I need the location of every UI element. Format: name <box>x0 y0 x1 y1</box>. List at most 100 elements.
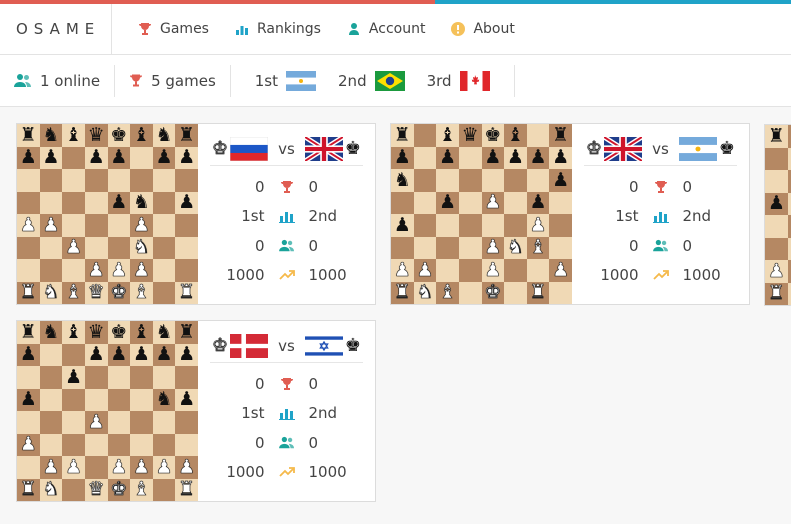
board-square[interactable] <box>62 169 85 192</box>
board-square[interactable] <box>130 146 153 169</box>
board-square[interactable]: ♟ <box>107 146 131 169</box>
black-pawn-icon[interactable]: ♟ <box>394 148 411 167</box>
white-pawn-icon[interactable]: ♟ <box>42 457 60 477</box>
white-pawn-icon[interactable]: ♟ <box>484 237 502 257</box>
white-rook-icon[interactable]: ♜ <box>529 282 547 302</box>
black-pawn-icon[interactable]: ♟ <box>156 148 173 167</box>
board-square[interactable]: ♟ <box>17 214 40 237</box>
board-square[interactable]: ♛ <box>84 321 108 344</box>
black-pawn-icon[interactable]: ♟ <box>178 390 195 409</box>
board-square[interactable]: ♞ <box>39 321 63 344</box>
board-square[interactable]: ♞ <box>39 124 63 147</box>
board-square[interactable] <box>84 366 108 389</box>
board-square[interactable]: ♟ <box>39 214 63 237</box>
black-bishop-icon[interactable]: ♝ <box>439 125 456 145</box>
board-square[interactable]: ♞ <box>152 321 176 344</box>
board-square[interactable] <box>62 214 85 237</box>
white-rook-icon[interactable]: ♜ <box>178 479 196 499</box>
board-square[interactable]: ♟ <box>175 343 199 366</box>
board-square[interactable]: ♟ <box>107 191 131 214</box>
board-square[interactable] <box>39 388 63 411</box>
board-square[interactable] <box>84 388 108 411</box>
board-square[interactable]: ♟ <box>62 236 85 259</box>
board-square[interactable]: ♟ <box>39 146 63 169</box>
board-square[interactable] <box>62 191 85 214</box>
white-king-icon[interactable]: ♚ <box>484 282 502 302</box>
board-square[interactable] <box>152 169 176 192</box>
black-rook-icon[interactable]: ♜ <box>20 125 37 145</box>
board-square[interactable]: ♜ <box>17 124 40 147</box>
board-square[interactable]: ♚ <box>107 281 131 304</box>
black-pawn-icon[interactable]: ♟ <box>42 148 59 167</box>
white-pawn-icon[interactable]: ♟ <box>133 260 151 280</box>
board-square[interactable] <box>391 191 414 214</box>
board-square[interactable]: ♟ <box>62 366 85 389</box>
board-square[interactable] <box>84 456 108 479</box>
board-square[interactable]: ♝ <box>130 281 153 304</box>
board-square[interactable]: ♟ <box>175 191 199 214</box>
white-pawn-icon[interactable]: ♟ <box>110 260 128 280</box>
black-bishop-icon[interactable]: ♝ <box>133 322 150 342</box>
white-pawn-icon[interactable]: ♟ <box>484 192 502 212</box>
white-pawn-icon[interactable]: ♟ <box>768 261 786 281</box>
board-square[interactable]: ♟ <box>526 146 550 169</box>
black-knight-icon[interactable]: ♞ <box>156 322 173 342</box>
board-square[interactable] <box>175 214 199 237</box>
board-square[interactable] <box>39 259 63 282</box>
black-king-icon[interactable]: ♚ <box>484 125 501 145</box>
board-square[interactable] <box>39 169 63 192</box>
white-pawn-icon[interactable]: ♟ <box>133 215 151 235</box>
black-bishop-icon[interactable]: ♝ <box>133 125 150 145</box>
black-pawn-icon[interactable]: ♟ <box>20 148 37 167</box>
board-square[interactable]: ♞ <box>413 281 437 304</box>
board-square[interactable]: ♟ <box>765 192 788 215</box>
board-square[interactable]: ♞ <box>39 281 63 304</box>
board-square[interactable] <box>130 366 153 389</box>
black-pawn-icon[interactable]: ♟ <box>530 148 547 167</box>
board-square[interactable]: ♟ <box>107 343 131 366</box>
board-square[interactable] <box>107 388 131 411</box>
black-pawn-icon[interactable]: ♟ <box>768 194 785 213</box>
white-pawn-icon[interactable]: ♟ <box>416 260 434 280</box>
game-card[interactable]: ♜ ♞ ♝ ♛ ♚ ♝ ♞ ♜ ♟ ♟ ♟ ♟ ♟ ♟ ♟ ♞ ♟ ♟ ♟ ♟ ♟ ♞ ♟ ♟ ♟ ♜ ♞ ♝ ♛ ♚ ♝ ♜ ♚ vs ♚ 0 0 1s… <box>16 123 376 305</box>
board-square[interactable] <box>526 259 550 282</box>
white-pawn-icon[interactable]: ♟ <box>19 215 37 235</box>
black-pawn-icon[interactable]: ♟ <box>178 148 195 167</box>
board-square[interactable] <box>765 147 788 170</box>
board-square[interactable] <box>175 236 199 259</box>
board-square[interactable] <box>39 411 63 434</box>
board-square[interactable] <box>765 215 788 238</box>
board-square[interactable] <box>152 191 176 214</box>
board-square[interactable] <box>504 191 527 214</box>
board-square[interactable]: ♟ <box>765 260 788 283</box>
board-square[interactable]: ♞ <box>39 478 63 501</box>
board-square[interactable] <box>175 433 199 456</box>
white-bishop-icon[interactable]: ♝ <box>133 479 151 499</box>
board-square[interactable] <box>107 169 131 192</box>
rank-second[interactable]: 2nd <box>338 70 405 91</box>
board-square[interactable] <box>436 214 459 237</box>
board-square[interactable]: ♜ <box>526 281 550 304</box>
board-square[interactable]: ♞ <box>504 236 527 259</box>
board-square[interactable]: ♞ <box>391 169 414 192</box>
board-square[interactable]: ♝ <box>130 478 153 501</box>
white-pawn-icon[interactable]: ♟ <box>552 260 570 280</box>
black-rook-icon[interactable]: ♜ <box>20 322 37 342</box>
white-knight-icon[interactable]: ♞ <box>133 237 151 257</box>
black-pawn-icon[interactable]: ♟ <box>110 148 127 167</box>
board-square[interactable]: ♟ <box>481 236 505 259</box>
board-square[interactable]: ♚ <box>107 124 131 147</box>
white-pawn-icon[interactable]: ♟ <box>133 457 151 477</box>
board-square[interactable] <box>458 281 482 304</box>
board-square[interactable]: ♟ <box>130 343 153 366</box>
board-square[interactable]: ♟ <box>526 191 550 214</box>
white-rook-icon[interactable]: ♜ <box>19 282 37 302</box>
board-square[interactable]: ♟ <box>107 259 131 282</box>
board-square[interactable] <box>549 281 573 304</box>
board-square[interactable]: ♞ <box>152 388 176 411</box>
white-bishop-icon[interactable]: ♝ <box>65 282 83 302</box>
white-pawn-icon[interactable]: ♟ <box>484 260 502 280</box>
board-square[interactable] <box>62 146 85 169</box>
board-square[interactable]: ♛ <box>84 124 108 147</box>
board-square[interactable] <box>458 169 482 192</box>
